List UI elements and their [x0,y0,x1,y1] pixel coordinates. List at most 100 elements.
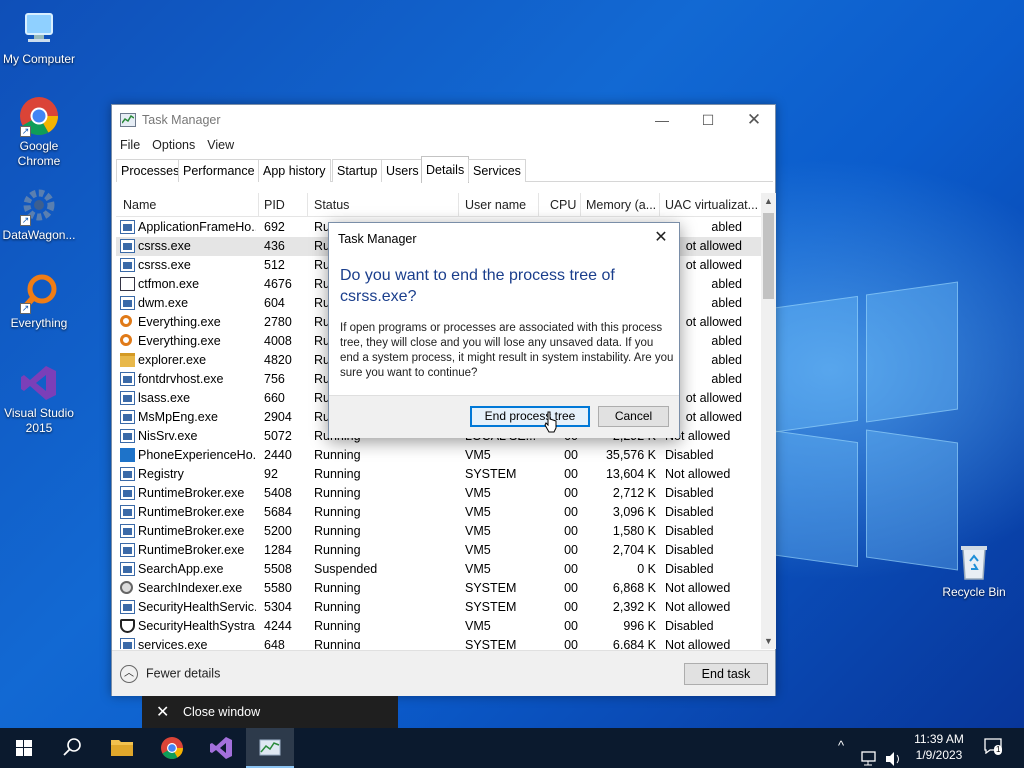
notification-center-button[interactable]: 1 [984,738,1008,758]
table-row[interactable]: RuntimeBroker.exe 5684 Running VM5 00 3,096 K… [116,503,761,522]
chrome-icon [161,737,183,759]
cell-pid: 4008 [264,334,292,348]
clock-time: 11:39 AM [914,732,964,746]
menu-file[interactable]: File [116,136,144,154]
close-button[interactable]: ✕ [731,105,777,136]
process-folder-icon [120,353,135,367]
table-row[interactable]: SearchIndexer.exe 5580 Running SYSTEM 00 6,86… [116,579,761,598]
tab-performance[interactable]: Performance [178,159,260,182]
desktop-icon-visual-studio[interactable]: Visual Studio 2015 [0,362,79,436]
search-button[interactable] [48,728,96,768]
process-ev-icon [120,315,132,327]
table-row[interactable]: SecurityHealthSystra... 4244 Running VM5 00 9… [116,617,761,636]
tab-details[interactable]: Details [421,156,470,183]
network-icon[interactable] [860,739,880,768]
tab-app-history[interactable]: App history [258,159,331,182]
taskbar-file-explorer[interactable] [98,728,146,768]
taskbar-visual-studio[interactable] [197,728,245,768]
column-header-status[interactable]: Status [314,198,454,212]
gear-icon: ↗ [18,184,60,226]
scroll-down-icon[interactable]: ▼ [761,633,776,649]
table-row[interactable]: RuntimeBroker.exe 5200 Running VM5 00 1,580 K… [116,522,761,541]
window-footer: ︿ Fewer details End task [112,650,775,696]
desktop-icon-my-computer[interactable]: My Computer [0,8,79,67]
column-header-memory[interactable]: Memory (a... [586,198,662,212]
column-header-user-name[interactable]: User name [465,198,545,212]
process-win-icon [120,239,135,253]
tab-users[interactable]: Users [381,159,424,182]
cell-name: NisSrv.exe [138,429,198,443]
dialog-heading: Do you want to end the process tree of c… [340,267,615,305]
cell-user: SYSTEM [465,467,517,481]
dialog-title: Task Manager [338,232,417,246]
cell-pid: 5304 [264,600,292,614]
cell-status: Running [314,543,361,557]
cell-uac: Not allowed [665,581,731,595]
cell-mem: 996 K [623,619,656,633]
process-win-icon [120,562,135,576]
column-header-name[interactable]: Name [123,198,253,212]
tab-processes[interactable]: Processes [116,159,185,182]
column-header-cpu[interactable]: CPU [550,198,580,212]
close-window-jumplist[interactable]: ✕ Close window [142,696,398,728]
cell-uac: Not allowed [665,638,731,649]
vertical-scrollbar[interactable]: ▲ ▼ [761,193,776,649]
cell-mem: 13,604 K [605,467,656,481]
cell-user: VM5 [465,505,491,519]
cell-pid: 4820 [264,353,292,367]
fewer-details-button[interactable]: ︿ Fewer details [120,665,220,683]
system-clock[interactable]: 11:39 AM 1/9/2023 [905,731,973,763]
title-bar[interactable]: Task Manager — ☐ ✕ [112,105,775,136]
cell-name: csrss.exe [138,239,191,253]
column-header-uac[interactable]: UAC virtualizat... [665,198,760,212]
minimize-button[interactable]: — [639,105,685,136]
desktop-icon-everything[interactable]: ↗ Everything [0,272,79,331]
scroll-up-icon[interactable]: ▲ [761,193,776,209]
cell-uac: Disabled [665,448,714,462]
cell-name: ApplicationFrameHo... [138,220,256,234]
cell-status: Running [314,467,361,481]
tab-startup[interactable]: Startup [332,159,383,182]
desktop-icon-label: Google Chrome [17,139,61,168]
process-win-icon [120,600,135,614]
process-win-icon [120,505,135,519]
end-process-tree-button[interactable]: End process tree [470,406,590,427]
maximize-button[interactable]: ☐ [685,105,731,136]
dialog-close-icon[interactable]: ✕ [649,227,673,249]
table-row[interactable]: PhoneExperienceHo... 2440 Running VM5 00 35,5… [116,446,761,465]
desktop-icon-google-chrome[interactable]: ↗ Google Chrome [0,95,79,169]
end-task-button[interactable]: End task [684,663,768,685]
table-row[interactable]: SearchApp.exe 5508 Suspended VM5 00 0 K Disabl… [116,560,761,579]
menu-options[interactable]: Options [148,136,199,154]
cell-pid: 512 [264,258,285,272]
column-header-pid[interactable]: PID [264,198,304,212]
table-row[interactable]: Registry 92 Running SYSTEM 00 13,604 K Not all… [116,465,761,484]
tab-services[interactable]: Services [468,159,526,182]
cell-pid: 5508 [264,562,292,576]
menu-view[interactable]: View [203,136,238,154]
process-shield-icon [120,619,135,633]
taskbar-task-manager[interactable] [246,728,294,768]
desktop-icon-recycle-bin[interactable]: Recycle Bin [934,541,1014,600]
cell-cpu: 00 [564,619,578,633]
desktop-icon-datawagon[interactable]: ↗ DataWagon... [0,184,79,243]
table-row[interactable]: RuntimeBroker.exe 1284 Running VM5 00 2,704 K… [116,541,761,560]
chevron-up-icon: ︿ [120,665,138,683]
desktop-icon-label: Recycle Bin [942,585,1006,599]
cell-mem: 6,684 K [612,638,656,649]
scrollbar-thumb[interactable] [763,213,774,299]
start-button[interactable] [0,728,48,768]
show-hidden-icons-chevron[interactable]: ^ [838,738,844,768]
cell-cpu: 00 [564,524,578,538]
cell-uac: Disabled [665,505,714,519]
shortcut-arrow-icon: ↗ [20,126,31,137]
cell-cpu: 00 [564,581,578,595]
table-row[interactable]: RuntimeBroker.exe 5408 Running VM5 00 2,712 K… [116,484,761,503]
volume-icon[interactable] [884,739,904,768]
table-row[interactable]: SecurityHealthServic... 5304 Running SYSTEM… [116,598,761,617]
cell-mem: 2,704 K [612,543,656,557]
table-row[interactable]: services.exe 648 Running SYSTEM 00 6,684 K Not… [116,636,761,649]
cell-pid: 4676 [264,277,292,291]
taskbar-chrome[interactable] [148,728,196,768]
cancel-button[interactable]: Cancel [598,406,669,427]
